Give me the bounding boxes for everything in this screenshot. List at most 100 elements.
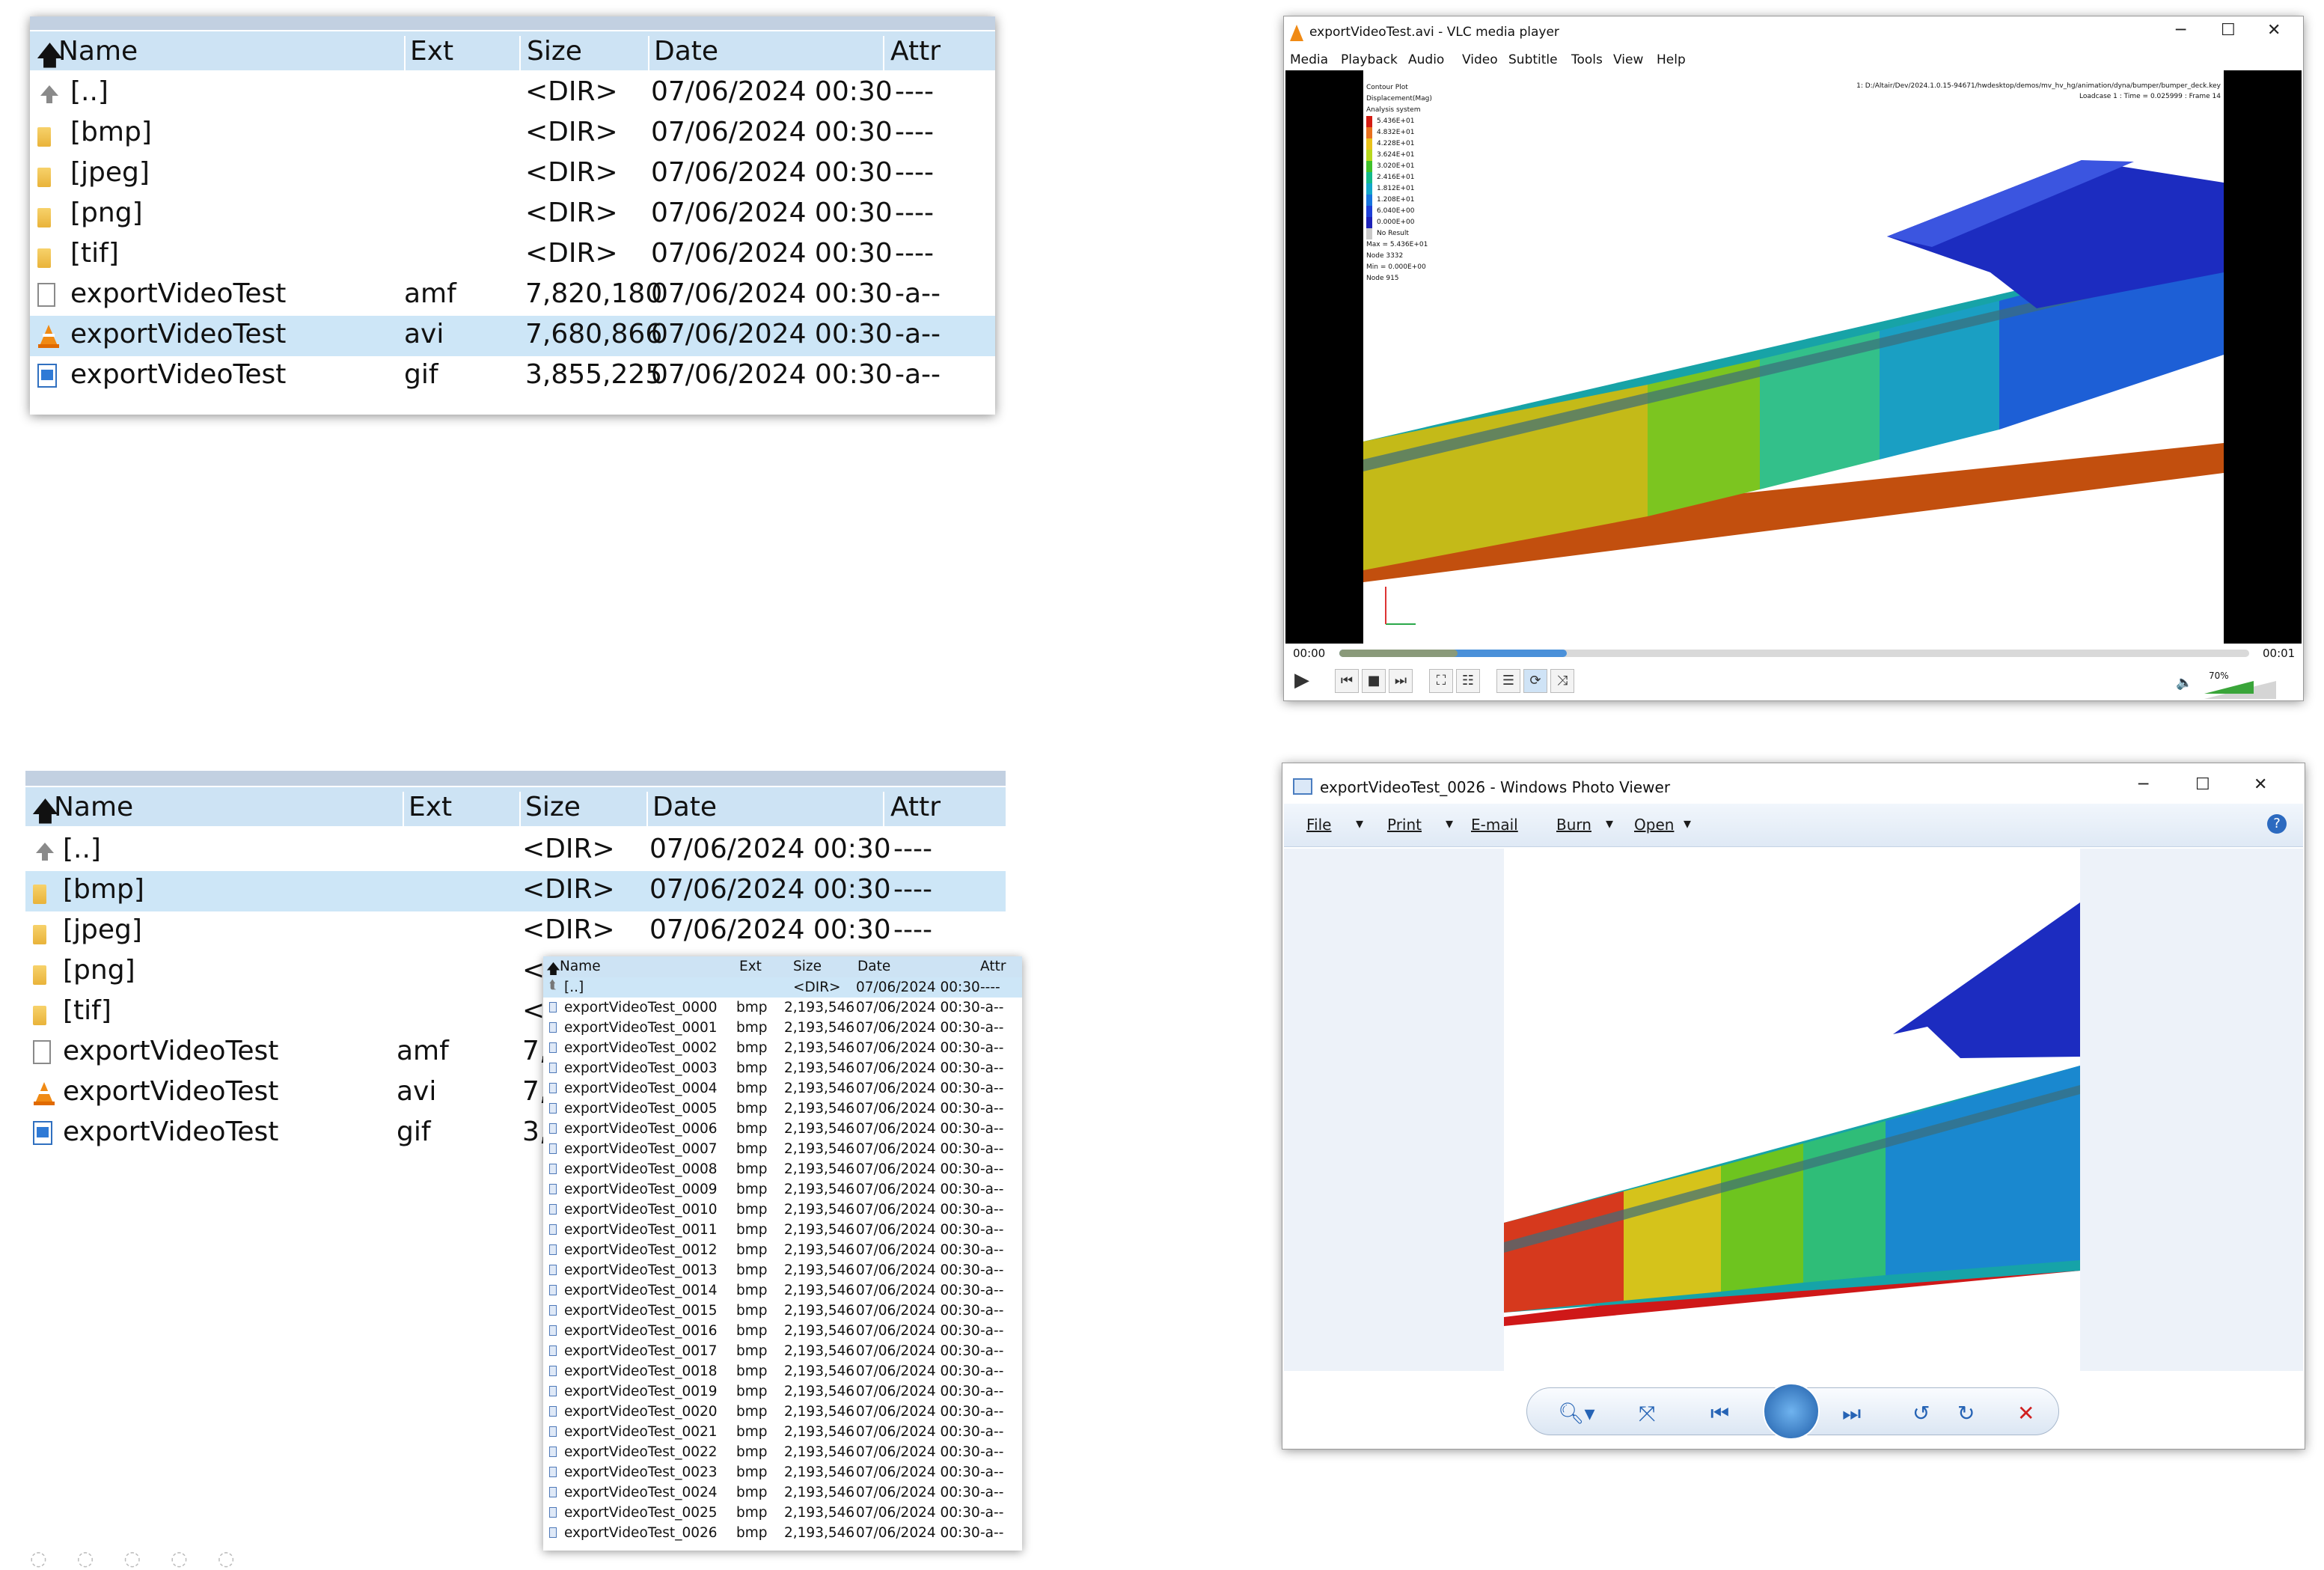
list-row[interactable]: exportVideoTest_0016 bmp 2,193,546 07/06/20… xyxy=(543,1321,1022,1341)
list-row[interactable]: exportVideoTest_0002 bmp 2,193,546 07/06/20… xyxy=(543,1038,1022,1058)
col-name-header[interactable]: Name xyxy=(58,36,138,67)
file-row[interactable]: [tif] <DIR> 07/06/2024 00:30 ---- xyxy=(30,235,995,275)
col-size-header[interactable]: Size xyxy=(525,792,581,822)
file-row[interactable]: [png] <DIR> 07/06/2024 00:30 ---- xyxy=(30,195,995,235)
list-row[interactable]: exportVideoTest_0004 bmp 2,193,546 07/06/20… xyxy=(543,1078,1022,1099)
list-row[interactable]: exportVideoTest_0025 bmp 2,193,546 07/06/20… xyxy=(543,1503,1022,1523)
col-name-header[interactable]: Name xyxy=(560,959,601,974)
vlc-menu-media[interactable]: Media xyxy=(1290,52,1328,67)
file-name: exportVideoTest_0003 xyxy=(564,1060,718,1076)
list-row[interactable]: exportVideoTest_0015 bmp 2,193,546 07/06/20… xyxy=(543,1301,1022,1321)
col-ext-header[interactable]: Ext xyxy=(739,959,762,974)
file-row[interactable]: [jpeg] <DIR> 07/06/2024 00:30 ---- xyxy=(30,154,995,195)
list-row[interactable]: exportVideoTest_0003 bmp 2,193,546 07/06/20… xyxy=(543,1058,1022,1078)
col-size-header[interactable]: Size xyxy=(793,959,822,974)
rotate-ccw-icon[interactable]: ↺ xyxy=(1912,1401,1930,1426)
minimize-button[interactable]: ─ xyxy=(2138,775,2148,794)
file-row[interactable]: exportVideoTest amf 7,820,180 07/06/2024 00… xyxy=(30,275,995,316)
list-row[interactable]: exportVideoTest_0001 bmp 2,193,546 07/06/20… xyxy=(543,1018,1022,1038)
list-row[interactable]: exportVideoTest_0022 bmp 2,193,546 07/06/20… xyxy=(543,1442,1022,1462)
list-row[interactable]: exportVideoTest_0021 bmp 2,193,546 07/06/20… xyxy=(543,1422,1022,1442)
list-row[interactable]: exportVideoTest_0020 bmp 2,193,546 07/06/20… xyxy=(543,1402,1022,1422)
list-row[interactable]: exportVideoTest_0012 bmp 2,193,546 07/06/20… xyxy=(543,1240,1022,1260)
list-row[interactable]: exportVideoTest_0000 bmp 2,193,546 07/06/20… xyxy=(543,998,1022,1018)
shuffle-button[interactable]: ⤨ xyxy=(1550,669,1574,693)
vlc-menu-tools[interactable]: Tools xyxy=(1571,52,1603,67)
actual-size-icon[interactable]: ⤧ xyxy=(1639,1401,1655,1426)
col-attr-header[interactable]: Attr xyxy=(890,36,941,67)
previous-button[interactable]: ⏮ xyxy=(1335,669,1359,693)
file-row[interactable]: [bmp] <DIR> 07/06/2024 00:30 ---- xyxy=(25,871,1006,911)
pv-menu-email[interactable]: E-mail xyxy=(1471,816,1518,834)
list-row[interactable]: exportVideoTest_0010 bmp 2,193,546 07/06/20… xyxy=(543,1200,1022,1220)
list-row[interactable]: exportVideoTest_0013 bmp 2,193,546 07/06/20… xyxy=(543,1260,1022,1280)
pv-menu-burn[interactable]: Burn xyxy=(1556,816,1591,834)
list-row[interactable]: exportVideoTest_0014 bmp 2,193,546 07/06/20… xyxy=(543,1280,1022,1301)
chevron-down-icon[interactable]: ▾ xyxy=(1684,814,1691,832)
list-row[interactable]: exportVideoTest_0023 bmp 2,193,546 07/06/20… xyxy=(543,1462,1022,1482)
col-attr-header[interactable]: Attr xyxy=(890,792,941,822)
list-row[interactable]: ⮬ [..] <DIR> 07/06/2024 00:30 ---- xyxy=(543,977,1022,998)
delete-icon[interactable]: ✕ xyxy=(2017,1401,2034,1426)
col-size-header[interactable]: Size xyxy=(527,36,582,67)
file-row[interactable]: [..] <DIR> 07/06/2024 00:30 ---- xyxy=(25,831,1006,871)
col-name-header[interactable]: Name xyxy=(54,792,133,822)
loop-button[interactable]: ⟳ xyxy=(1523,669,1547,693)
file-name: exportVideoTest_0006 xyxy=(564,1121,718,1137)
vlc-menu-help[interactable]: Help xyxy=(1657,52,1686,67)
col-attr-header[interactable]: Attr xyxy=(980,959,1006,974)
next-button[interactable]: ⏭ xyxy=(1389,669,1413,693)
pv-menu-open[interactable]: Open xyxy=(1634,816,1674,834)
chevron-down-icon[interactable]: ▾ xyxy=(1606,814,1613,832)
list-row[interactable]: exportVideoTest_0011 bmp 2,193,546 07/06/20… xyxy=(543,1220,1022,1240)
playlist-button[interactable]: ☰ xyxy=(1496,669,1520,693)
fullscreen-button[interactable]: ⛶ xyxy=(1429,669,1453,693)
list-row[interactable]: exportVideoTest_0009 bmp 2,193,546 07/06/20… xyxy=(543,1179,1022,1200)
file-row[interactable]: exportVideoTest avi 7,680,866 07/06/2024 00… xyxy=(30,316,995,356)
file-row[interactable]: exportVideoTest gif 3,855,225 07/06/2024 00… xyxy=(30,356,995,397)
speaker-icon[interactable]: 🔈 xyxy=(2176,675,2192,691)
play-button[interactable]: ▶ xyxy=(1290,669,1314,693)
list-row[interactable]: exportVideoTest_0026 bmp 2,193,546 07/06/20… xyxy=(543,1523,1022,1543)
rotate-cw-icon[interactable]: ↻ xyxy=(1957,1401,1975,1426)
minimize-button[interactable]: ─ xyxy=(2176,21,2186,40)
bmp-file-icon xyxy=(549,1487,557,1497)
list-row[interactable]: exportVideoTest_0005 bmp 2,193,546 07/06/20… xyxy=(543,1099,1022,1119)
close-button[interactable]: ✕ xyxy=(2254,775,2267,794)
col-date-header[interactable]: Date xyxy=(654,36,718,67)
slideshow-button[interactable] xyxy=(1763,1383,1820,1440)
maximize-button[interactable]: ☐ xyxy=(2195,775,2210,794)
list-row[interactable]: exportVideoTest_0018 bmp 2,193,546 07/06/20… xyxy=(543,1361,1022,1381)
list-row[interactable]: exportVideoTest_0024 bmp 2,193,546 07/06/20… xyxy=(543,1482,1022,1503)
list-row[interactable]: exportVideoTest_0019 bmp 2,193,546 07/06/20… xyxy=(543,1381,1022,1402)
stop-button[interactable]: ■ xyxy=(1362,669,1386,693)
extended-settings-button[interactable]: ☷ xyxy=(1456,669,1480,693)
file-row[interactable]: [bmp] <DIR> 07/06/2024 00:30 ---- xyxy=(30,114,995,154)
pv-menu-file[interactable]: File xyxy=(1306,816,1331,834)
vlc-menu-view[interactable]: View xyxy=(1613,52,1643,67)
previous-image-button[interactable]: ⏮ xyxy=(1710,1401,1729,1426)
col-date-header[interactable]: Date xyxy=(857,959,890,974)
next-image-button[interactable]: ⏭ xyxy=(1842,1401,1861,1426)
help-icon[interactable]: ? xyxy=(2267,814,2287,834)
vlc-menu-video[interactable]: Video xyxy=(1462,52,1498,67)
list-row[interactable]: exportVideoTest_0008 bmp 2,193,546 07/06/20… xyxy=(543,1159,1022,1179)
zoom-icon[interactable]: 🔍︎▾ xyxy=(1558,1401,1595,1426)
list-row[interactable]: exportVideoTest_0006 bmp 2,193,546 07/06/20… xyxy=(543,1119,1022,1139)
seek-bar[interactable] xyxy=(1339,650,2249,657)
maximize-button[interactable]: ☐ xyxy=(2221,21,2236,40)
col-ext-header[interactable]: Ext xyxy=(410,36,453,67)
list-row[interactable]: exportVideoTest_0007 bmp 2,193,546 07/06/20… xyxy=(543,1139,1022,1159)
file-row[interactable]: [jpeg] <DIR> 07/06/2024 00:30 ---- xyxy=(25,911,1006,952)
vlc-menu-subtitle[interactable]: Subtitle xyxy=(1508,52,1558,67)
close-button[interactable]: ✕ xyxy=(2267,21,2281,40)
col-date-header[interactable]: Date xyxy=(652,792,717,822)
col-ext-header[interactable]: Ext xyxy=(409,792,452,822)
chevron-down-icon[interactable]: ▾ xyxy=(1356,814,1363,832)
vlc-menu-audio[interactable]: Audio xyxy=(1408,52,1444,67)
list-row[interactable]: exportVideoTest_0017 bmp 2,193,546 07/06/20… xyxy=(543,1341,1022,1361)
vlc-menu-playback[interactable]: Playback xyxy=(1341,52,1398,67)
chevron-down-icon[interactable]: ▾ xyxy=(1446,814,1453,832)
file-row[interactable]: [..] <DIR> 07/06/2024 00:30 ---- xyxy=(30,73,995,114)
pv-menu-print[interactable]: Print xyxy=(1387,816,1422,834)
